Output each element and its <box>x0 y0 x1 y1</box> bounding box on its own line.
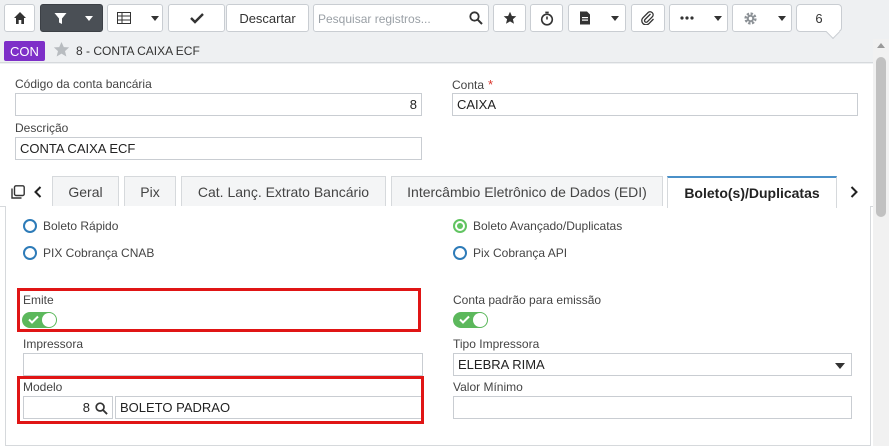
radio-boleto-avancado[interactable]: Boleto Avançado/Duplicatas <box>453 219 622 233</box>
radio-pix-cobranca-cnab[interactable]: PIX Cobrança CNAB <box>23 246 154 260</box>
radio-pix-cobranca-api[interactable]: Pix Cobrança API <box>453 246 567 260</box>
conta-field[interactable]: CAIXA <box>452 93 858 116</box>
record-count-badge[interactable]: 6 <box>796 4 842 32</box>
valor-minimo-field[interactable] <box>453 396 852 419</box>
radio-dot[interactable] <box>453 246 467 260</box>
view-mode-button[interactable] <box>107 4 163 32</box>
record-count: 6 <box>815 10 823 26</box>
ellipsis-icon <box>680 16 694 20</box>
home-icon <box>13 12 26 24</box>
attach-button[interactable] <box>631 4 665 32</box>
radio-dot[interactable] <box>23 219 37 233</box>
tab-label: Cat. Lanç. Extrato Bancário <box>197 184 370 200</box>
conta-padrao-toggle[interactable] <box>453 312 488 328</box>
view-dropdown-caret[interactable] <box>151 15 159 21</box>
check-icon <box>459 315 470 324</box>
descricao-field[interactable]: CONTA CAIXA ECF <box>15 137 422 160</box>
home-button[interactable] <box>4 4 35 32</box>
tab-label: Intercâmbio Eletrônico de Dados (EDI) <box>407 184 647 200</box>
star-icon <box>503 11 516 24</box>
radio-dot[interactable] <box>23 246 37 260</box>
chevron-down-icon[interactable] <box>835 363 845 369</box>
chevron-left-icon <box>34 186 42 198</box>
tab-edi[interactable]: Intercâmbio Eletrônico de Dados (EDI) <box>391 176 663 207</box>
record-form: Código da conta bancária 8 Conta * CAIXA … <box>0 64 873 446</box>
required-marker: * <box>488 77 494 92</box>
radio-label: Boleto Avançado/Duplicatas <box>473 219 623 233</box>
entity-badge-text: CON <box>10 43 39 59</box>
tabs-scroll-left[interactable] <box>30 183 46 201</box>
search-input[interactable] <box>318 10 466 27</box>
discard-button[interactable]: Descartar <box>226 4 309 32</box>
record-title: 8 - CONTA CAIXA ECF <box>76 44 200 58</box>
more-button[interactable] <box>669 4 728 32</box>
descricao-label: Descrição <box>15 121 69 135</box>
report-dropdown-caret[interactable] <box>611 15 619 21</box>
stopwatch-icon <box>540 11 553 26</box>
tipo-impressora-value: ELEBRA RIMA <box>458 357 545 372</box>
radio-label: PIX Cobrança CNAB <box>43 246 155 260</box>
entity-badge: CON <box>4 41 45 61</box>
codigo-label: Código da conta bancária <box>15 77 152 91</box>
tab-label: Boleto(s)/Duplicatas <box>684 185 820 201</box>
filter-icon <box>54 12 67 24</box>
impressora-label: Impressora <box>23 337 84 351</box>
discard-label: Descartar <box>239 10 296 26</box>
highlight-box-modelo <box>17 376 424 424</box>
favorite-button[interactable] <box>493 4 526 32</box>
tabs-scroll-right[interactable] <box>845 183 863 201</box>
toolbar: Descartar 6 <box>0 0 889 38</box>
settings-dropdown-caret[interactable] <box>778 15 786 21</box>
tab-label: Geral <box>68 184 103 200</box>
chevron-right-icon <box>850 186 858 198</box>
gear-icon <box>744 11 757 25</box>
tipo-impressora-label: Tipo Impressora <box>453 337 540 351</box>
scroll-up-arrow[interactable] <box>877 43 885 48</box>
paperclip-icon <box>641 11 654 25</box>
timer-button[interactable] <box>530 4 563 32</box>
more-dropdown-caret[interactable] <box>714 15 722 21</box>
scroll-thumb[interactable] <box>876 57 886 217</box>
conta-label-text: Conta <box>452 78 485 92</box>
copy-icon <box>11 185 25 199</box>
filter-dropdown-caret[interactable] <box>85 15 93 21</box>
report-button[interactable] <box>568 4 626 32</box>
tab-boletos-duplicatas[interactable]: Boleto(s)/Duplicatas <box>667 176 837 208</box>
radio-dot-selected[interactable] <box>453 219 467 233</box>
grid-icon <box>117 12 131 24</box>
filter-button[interactable] <box>40 4 103 32</box>
settings-button[interactable] <box>732 4 792 32</box>
radio-label: Boleto Rápido <box>43 219 119 233</box>
copy-tabs-button[interactable] <box>9 183 27 201</box>
impressora-field[interactable] <box>23 353 423 376</box>
vertical-scrollbar[interactable] <box>873 39 889 446</box>
radio-label: Pix Cobrança API <box>473 246 568 260</box>
highlight-box-emite <box>17 288 421 332</box>
toggle-knob <box>473 313 487 327</box>
search-box[interactable] <box>313 4 489 32</box>
tab-pix[interactable]: Pix <box>124 176 176 207</box>
valor-minimo-label: Valor Mínimo <box>453 380 523 394</box>
radio-boleto-rapido[interactable]: Boleto Rápido <box>23 219 118 233</box>
record-title-bar: CON 8 - CONTA CAIXA ECF <box>0 39 873 63</box>
checkmark-icon <box>189 13 204 24</box>
conta-padrao-label: Conta padrão para emissão <box>453 293 602 307</box>
tab-geral[interactable]: Geral <box>52 176 119 207</box>
tab-label: Pix <box>140 184 160 200</box>
tipo-impressora-select[interactable]: ELEBRA RIMA <box>453 353 852 376</box>
favorite-star-icon[interactable] <box>53 41 70 58</box>
save-button[interactable] <box>168 4 225 32</box>
document-icon <box>580 11 590 25</box>
conta-label: Conta * <box>452 77 493 92</box>
tab-cat-lanc-extrato[interactable]: Cat. Lanç. Extrato Bancário <box>181 176 386 207</box>
boletos-panel: Boleto Rápido Boleto Avançado/Duplicatas… <box>5 206 871 446</box>
codigo-field[interactable]: 8 <box>15 93 422 116</box>
search-icon[interactable] <box>469 11 483 25</box>
